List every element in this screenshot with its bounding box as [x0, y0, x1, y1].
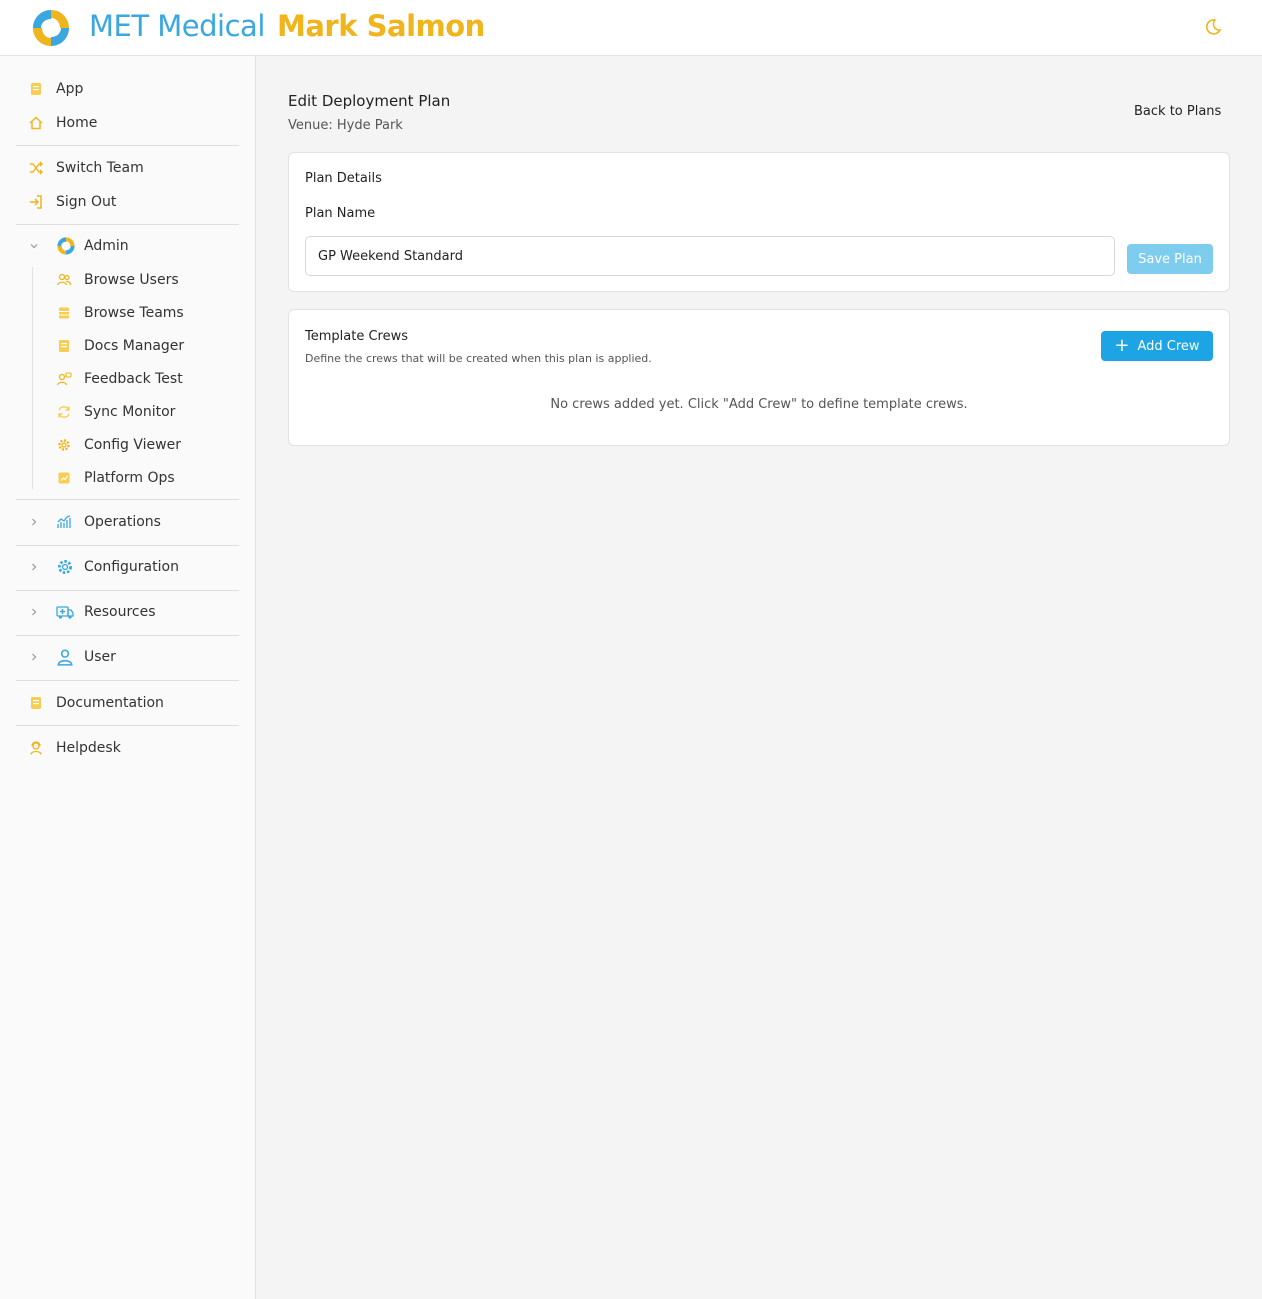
sidebar-item-label: Sign Out	[56, 194, 117, 210]
sidebar-item-label: Browse Teams	[84, 305, 184, 321]
sidebar-item-helpdesk[interactable]: Helpdesk	[28, 734, 121, 762]
sidebar-item-label: Home	[56, 115, 98, 131]
sidebar-divider	[16, 680, 239, 681]
top-header: MET Medical Mark Salmon	[0, 0, 1262, 56]
table-icon	[56, 305, 72, 321]
sidebar-divider	[16, 635, 239, 636]
plan-name-input[interactable]	[305, 236, 1115, 276]
sidebar-item-browse-users[interactable]: Browse Users	[56, 266, 179, 294]
met-medical-logo-icon	[56, 236, 76, 256]
empty-state-message: No crews added yet. Click "Add Crew" to …	[550, 397, 968, 412]
gear-icon	[56, 437, 72, 453]
sidebar-item-label: Sync Monitor	[84, 404, 176, 420]
current-user-name: Mark Salmon	[277, 9, 485, 43]
page-title: Edit Deployment Plan	[288, 92, 451, 110]
sidebar-item-sync-monitor[interactable]: Sync Monitor	[56, 398, 175, 426]
dashboard-icon	[56, 470, 72, 486]
sidebar-item-label: Platform Ops	[84, 470, 175, 486]
sidebar-group-user[interactable]: User	[56, 643, 116, 671]
sidebar-item-app[interactable]: App	[28, 75, 83, 103]
brand-name: MET Medical	[89, 9, 265, 43]
sidebar-item-sign-out[interactable]: Sign Out	[28, 188, 116, 216]
sidebar-divider	[16, 145, 239, 146]
sidebar-item-docs-manager[interactable]: Docs Manager	[56, 332, 184, 360]
sign-in-icon	[28, 194, 44, 210]
sidebar: App Home Switch Team Sign Out Admin Brow…	[0, 56, 256, 1299]
book-icon	[28, 81, 44, 97]
sidebar-item-label: Operations	[84, 514, 161, 530]
card-title: Plan Details	[305, 171, 382, 186]
sidebar-group-operations[interactable]: Operations	[56, 508, 161, 536]
sidebar-item-label: Configuration	[84, 559, 179, 575]
user-feedback-icon	[56, 371, 72, 387]
plus-icon: +	[1114, 335, 1130, 356]
chevron-right-icon[interactable]	[29, 652, 39, 662]
sidebar-divider	[16, 590, 239, 591]
add-crew-button[interactable]: + Add Crew	[1101, 331, 1213, 361]
shuffle-icon	[28, 160, 44, 176]
met-medical-logo-icon	[33, 10, 69, 46]
sidebar-item-label: Docs Manager	[84, 338, 185, 354]
sidebar-item-home[interactable]: Home	[28, 109, 97, 137]
sidebar-item-label: Switch Team	[56, 160, 144, 176]
card-subtitle: Define the crews that will be created wh…	[305, 352, 652, 365]
chevron-down-icon[interactable]	[29, 241, 39, 251]
sidebar-item-label: Feedback Test	[84, 371, 183, 387]
book-icon	[56, 338, 72, 354]
sidebar-item-platform-ops[interactable]: Platform Ops	[56, 464, 175, 492]
sidebar-group-configuration[interactable]: Configuration	[56, 553, 179, 581]
sync-icon	[56, 404, 72, 420]
sidebar-item-config-viewer[interactable]: Config Viewer	[56, 431, 181, 459]
sidebar-group-admin[interactable]: Admin	[56, 232, 129, 260]
sidebar-divider	[16, 224, 239, 225]
gear-icon	[56, 558, 74, 576]
sidebar-group-resources[interactable]: Resources	[56, 598, 156, 626]
home-icon	[28, 115, 44, 131]
user-icon	[56, 648, 74, 666]
admin-tree-line	[32, 267, 33, 489]
back-to-plans-link[interactable]: Back to Plans	[1134, 104, 1221, 119]
chart-icon	[56, 514, 72, 530]
moon-icon[interactable]	[1204, 18, 1222, 36]
users-icon	[56, 272, 72, 288]
sidebar-item-label: User	[84, 649, 116, 665]
sidebar-item-label: Helpdesk	[56, 740, 121, 756]
save-plan-button[interactable]: Save Plan	[1127, 244, 1213, 274]
plan-details-card: Plan Details Plan Name Save Plan	[288, 152, 1230, 292]
sidebar-item-label: Documentation	[56, 695, 164, 711]
ambulance-icon	[56, 603, 74, 621]
add-crew-label: Add Crew	[1137, 338, 1200, 354]
sidebar-divider	[16, 499, 239, 500]
support-agent-icon	[28, 740, 44, 756]
sidebar-item-label: Config Viewer	[84, 437, 181, 453]
sidebar-item-label: Resources	[84, 604, 156, 620]
card-title: Template Crews	[305, 329, 408, 344]
plan-name-label: Plan Name	[305, 206, 376, 221]
main-content: Edit Deployment Plan Venue: Hyde Park Ba…	[256, 56, 1262, 1299]
sidebar-item-browse-teams[interactable]: Browse Teams	[56, 299, 184, 327]
template-crews-card: Template Crews Define the crews that wil…	[288, 309, 1230, 446]
sidebar-item-label: Browse Users	[84, 272, 179, 288]
sidebar-item-switch-team[interactable]: Switch Team	[28, 154, 144, 182]
chevron-right-icon[interactable]	[29, 562, 39, 572]
sidebar-divider	[16, 545, 239, 546]
sidebar-item-label: App	[56, 81, 84, 97]
chevron-right-icon[interactable]	[29, 517, 39, 527]
book-icon	[28, 695, 44, 711]
chevron-right-icon[interactable]	[29, 607, 39, 617]
sidebar-item-label: Admin	[84, 238, 129, 254]
sidebar-divider	[16, 725, 239, 726]
sidebar-item-documentation[interactable]: Documentation	[28, 689, 164, 717]
venue-label: Venue: Hyde Park	[288, 118, 403, 133]
sidebar-item-feedback-test[interactable]: Feedback Test	[56, 365, 183, 393]
